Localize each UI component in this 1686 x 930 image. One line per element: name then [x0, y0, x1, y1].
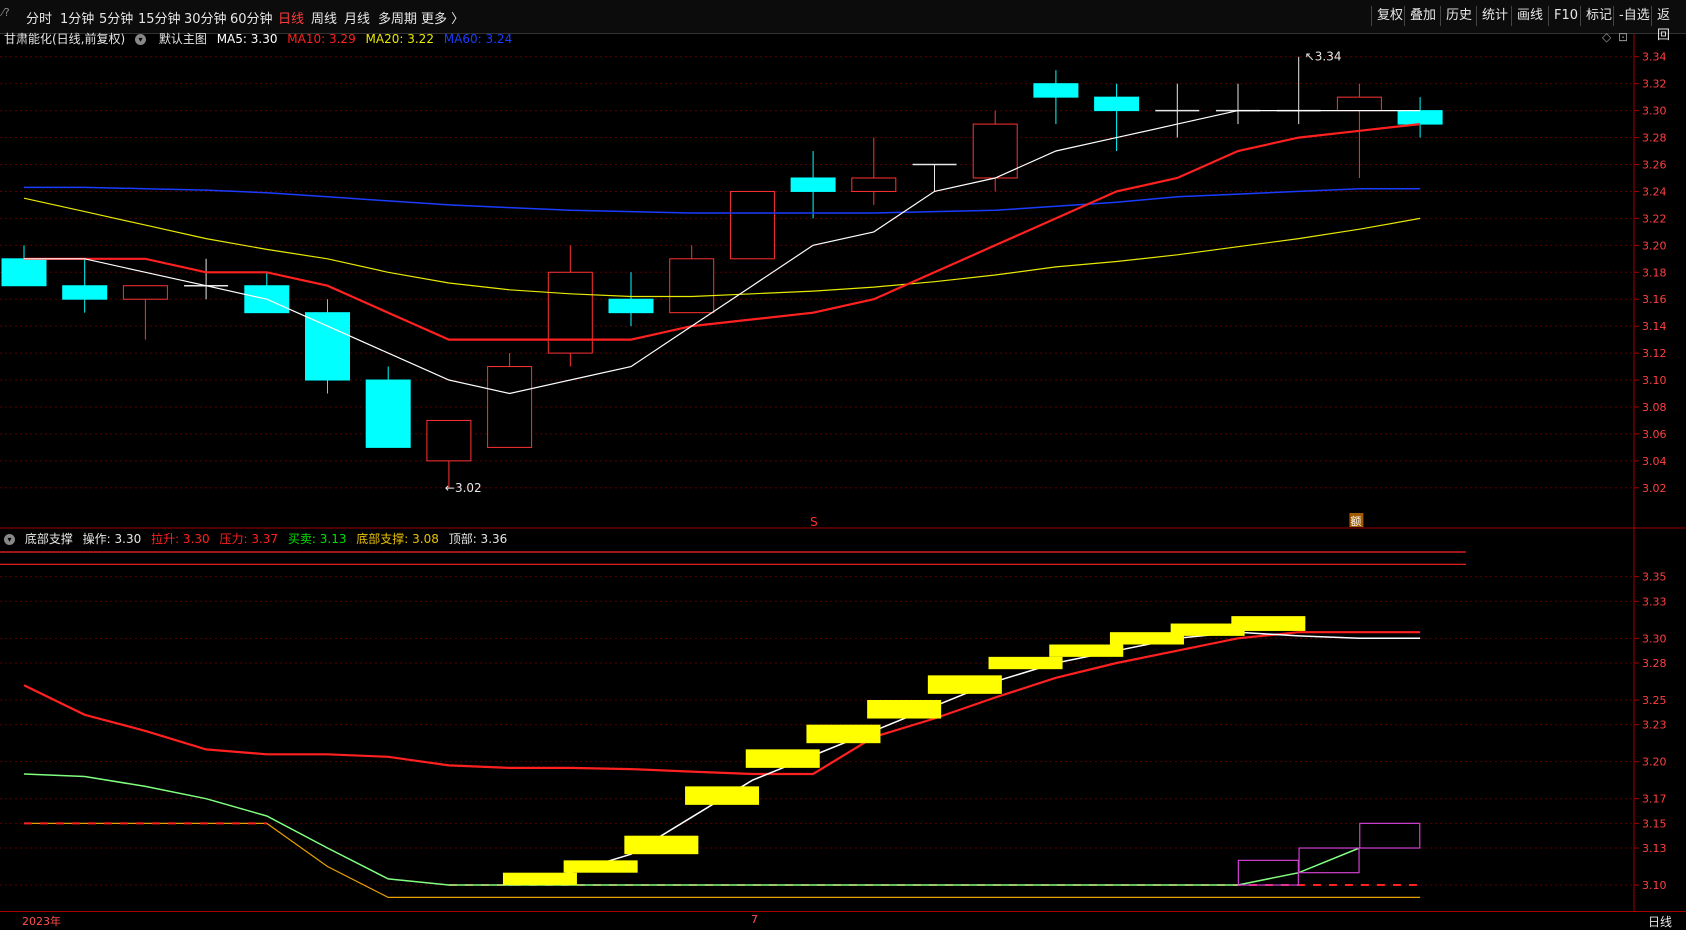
grid-layer [0, 34, 1686, 911]
main-tick-label: 3.10 [1642, 374, 1667, 387]
yellow-block [685, 786, 760, 805]
sub-tick-label: 3.30 [1642, 632, 1667, 645]
orange-line [24, 822, 1421, 898]
main-tick-label: 3.02 [1642, 482, 1667, 495]
yellow-block [1231, 616, 1306, 631]
main-tick-label: 3.06 [1642, 428, 1667, 441]
candle-body-down [608, 298, 654, 314]
yellow-block [806, 724, 881, 744]
main-tick-label: 3.34 [1642, 51, 1667, 64]
sub-tick-label: 3.20 [1642, 756, 1667, 769]
yellow-block [988, 656, 1063, 670]
main-tick-label: 3.26 [1642, 159, 1667, 172]
support-dash-line [24, 822, 1421, 886]
magenta-box [1359, 822, 1421, 849]
candle-body-up [669, 258, 715, 314]
candle-body-down [790, 177, 836, 192]
candle-body-down [1094, 96, 1140, 112]
main-tick-label: 3.18 [1642, 266, 1667, 279]
high-price-label: ↖3.34 [1305, 50, 1342, 64]
candle-body-up [122, 285, 168, 300]
main-tick-label: 3.28 [1642, 132, 1667, 145]
kline-chart[interactable]: 3.34 3.32 3.30 3.28 3.26 3.24 3.22 3.20 3.18 3.16… [0, 0, 1686, 929]
main-tick-label: 3.08 [1642, 401, 1667, 414]
yellow-block [867, 700, 942, 719]
ma10-line [24, 123, 1421, 341]
sub-tick-label: 3.35 [1642, 571, 1667, 584]
candle-body-up [426, 419, 472, 462]
sub-tick-label: 3.33 [1642, 595, 1667, 608]
main-tick-label: 3.04 [1642, 455, 1667, 468]
main-tick-label: 3.22 [1642, 212, 1667, 225]
sub-tick-label: 3.28 [1642, 657, 1667, 670]
main-tick-label: 3.14 [1642, 320, 1667, 333]
main-tick-label: 3.16 [1642, 293, 1667, 306]
sub-tick-label: 3.25 [1642, 694, 1667, 707]
yellow-block [745, 749, 820, 768]
candle-body-down [1033, 83, 1079, 98]
candle-body-up [1336, 96, 1382, 112]
s-marker: S [810, 515, 818, 529]
candle-body-down [1397, 110, 1443, 125]
candle-body-up [547, 271, 593, 354]
price-axis-layer: 3.34 3.32 3.30 3.28 3.26 3.24 3.22 3.20 3.18 3.16… [1634, 51, 1667, 892]
badge-label: 额 [1350, 515, 1361, 528]
sub-tick-label: 3.17 [1642, 793, 1667, 806]
candle-body-down [62, 285, 108, 300]
main-tick-label: 3.20 [1642, 239, 1667, 252]
low-price-label: ←3.02 [445, 481, 482, 495]
yellow-block [1049, 644, 1124, 657]
year-label: 2023年 [22, 915, 61, 928]
main-tick-label: 3.32 [1642, 78, 1667, 91]
sub-tick-label: 3.13 [1642, 842, 1667, 855]
main-tick-label: 3.12 [1642, 347, 1667, 360]
month-label: 7 [751, 913, 758, 926]
period-label[interactable]: 日线 [1648, 913, 1672, 930]
candle-body-up [487, 366, 533, 448]
main-tick-label: 3.24 [1642, 185, 1667, 198]
red-line [23, 631, 1421, 776]
yellow-block [624, 835, 699, 855]
ma5-line [24, 110, 1421, 395]
yellow-block [927, 675, 1002, 694]
candle-body-up [972, 123, 1018, 179]
main-tick-label: 3.30 [1642, 105, 1667, 118]
sub-tick-label: 3.15 [1642, 817, 1667, 830]
magenta-box [1237, 859, 1299, 886]
yellow-block [563, 860, 638, 873]
sub-tick-label: 3.23 [1642, 719, 1667, 732]
candle-body-down [305, 312, 350, 381]
candle-body-down [365, 379, 411, 448]
yellow-block [502, 872, 577, 886]
sub-tick-label: 3.10 [1642, 879, 1667, 892]
candle-body-down [1, 258, 47, 287]
candle-body-up [729, 190, 775, 260]
candle-body-up [851, 177, 897, 192]
date-axis-bar: 2023年 7 日线 [0, 911, 1686, 929]
